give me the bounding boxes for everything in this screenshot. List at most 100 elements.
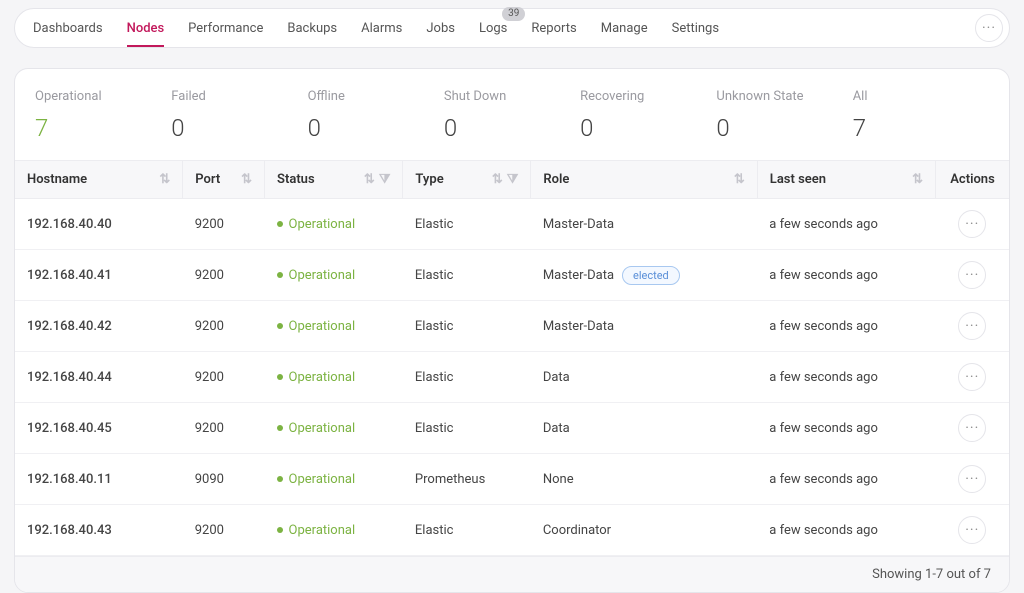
cell-lastseen: a few seconds ago	[757, 403, 935, 454]
sort-icon[interactable]: ⇅	[492, 172, 503, 187]
filter-icon[interactable]: ⧩	[507, 172, 519, 187]
nav-tab-label: Reports	[531, 21, 576, 36]
cell-hostname: 192.168.40.11	[15, 454, 183, 505]
cell-hostname: 192.168.40.40	[15, 199, 183, 250]
table-row: 192.168.40.439200OperationalElasticCoord…	[15, 505, 1009, 556]
col-header-label: Port	[195, 172, 220, 187]
cell-status: Operational	[265, 199, 403, 250]
cell-status: Operational	[265, 301, 403, 352]
col-header-port[interactable]: Port ⇅	[183, 161, 265, 199]
cell-actions: ···	[936, 505, 1009, 556]
row-actions-button[interactable]: ···	[958, 414, 986, 442]
col-header-label: Last seen	[770, 172, 826, 187]
stat-unknown-state[interactable]: Unknown State0	[716, 89, 852, 142]
row-actions-button[interactable]: ···	[958, 210, 986, 238]
col-header-hostname[interactable]: Hostname ⇅	[15, 161, 183, 199]
sort-icon[interactable]: ⇅	[912, 172, 923, 187]
nav-tab-settings[interactable]: Settings	[672, 9, 719, 47]
nav-tab-label: Nodes	[127, 21, 165, 36]
cell-role: Data	[531, 403, 757, 454]
nav-tab-label: Alarms	[361, 21, 402, 36]
nav-tab-manage[interactable]: Manage	[601, 9, 648, 47]
stat-label: Shut Down	[444, 89, 560, 104]
stat-recovering[interactable]: Recovering 0	[580, 89, 716, 142]
col-header-label: Hostname	[27, 172, 87, 187]
stat-offline[interactable]: Offline0	[308, 89, 444, 142]
nodes-panel: Operational7Failed0Offline0Shut Down0Rec…	[14, 68, 1010, 593]
cell-type: Prometheus	[403, 454, 531, 505]
row-actions-button[interactable]: ···	[958, 516, 986, 544]
status-dot-icon	[277, 374, 283, 380]
cell-port: 9200	[183, 403, 265, 454]
cell-role: Coordinator	[531, 505, 757, 556]
nav-tab-backups[interactable]: Backups	[287, 9, 337, 47]
sort-icon[interactable]: ⇅	[734, 172, 745, 187]
stat-all[interactable]: All7	[853, 89, 989, 142]
filter-icon[interactable]: ⧩	[379, 172, 391, 187]
cell-port: 9200	[183, 301, 265, 352]
col-header-role[interactable]: Role ⇅	[531, 161, 757, 199]
role-text: Master-Data	[543, 217, 614, 232]
status-text: Operational	[289, 472, 356, 487]
cell-role: Master-Data	[531, 199, 757, 250]
stat-label: Operational	[35, 89, 151, 104]
nav-tab-dashboards[interactable]: Dashboards	[33, 9, 103, 47]
nav-tab-label: Jobs	[426, 21, 455, 36]
nav-tab-alarms[interactable]: Alarms	[361, 9, 402, 47]
nav-tab-nodes[interactable]: Nodes	[127, 9, 165, 47]
col-header-label: Status	[277, 172, 315, 187]
nav-more-button[interactable]: ···	[975, 14, 1003, 42]
table-footer: Showing 1-7 out of 7	[15, 556, 1009, 592]
status-dot-icon	[277, 272, 283, 278]
cell-role: Master-Data	[531, 301, 757, 352]
role-text: Master-Data	[543, 268, 614, 283]
cell-status: Operational	[265, 505, 403, 556]
status-text: Operational	[289, 370, 356, 385]
cell-hostname: 192.168.40.42	[15, 301, 183, 352]
status-dot-icon	[277, 221, 283, 227]
table-row: 192.168.40.409200OperationalElasticMaste…	[15, 199, 1009, 250]
nav-tab-performance[interactable]: Performance	[188, 9, 263, 47]
stat-value: 7	[35, 114, 151, 142]
cell-actions: ···	[936, 250, 1009, 301]
col-header-label: Role	[543, 172, 569, 187]
nav-tab-label: Backups	[287, 21, 337, 36]
row-actions-button[interactable]: ···	[958, 465, 986, 493]
cell-hostname: 192.168.40.45	[15, 403, 183, 454]
sort-icon[interactable]: ⇅	[159, 172, 170, 187]
table-row: 192.168.40.449200OperationalElasticDataa…	[15, 352, 1009, 403]
nav-tab-logs[interactable]: Logs39	[479, 9, 507, 47]
stat-failed[interactable]: Failed0	[171, 89, 307, 142]
sort-icon[interactable]: ⇅	[364, 172, 375, 187]
row-actions-button[interactable]: ···	[958, 312, 986, 340]
nav-tab-reports[interactable]: Reports	[531, 9, 576, 47]
status-text: Operational	[289, 217, 356, 232]
status-summary: Operational7Failed0Offline0Shut Down0Rec…	[15, 69, 1009, 160]
cell-status: Operational	[265, 454, 403, 505]
cell-lastseen: a few seconds ago	[757, 301, 935, 352]
col-header-type[interactable]: Type ⇅ ⧩	[403, 161, 531, 199]
status-text: Operational	[289, 319, 356, 334]
cell-hostname: 192.168.40.43	[15, 505, 183, 556]
cell-type: Elastic	[403, 301, 531, 352]
nav-tab-label: Manage	[601, 21, 648, 36]
cell-lastseen: a few seconds ago	[757, 250, 935, 301]
cell-role: None	[531, 454, 757, 505]
cell-actions: ···	[936, 403, 1009, 454]
col-header-lastseen[interactable]: Last seen ⇅	[757, 161, 935, 199]
row-actions-button[interactable]: ···	[958, 363, 986, 391]
cell-port: 9090	[183, 454, 265, 505]
sort-icon[interactable]: ⇅	[241, 172, 252, 187]
status-text: Operational	[289, 268, 356, 283]
nav-tab-label: Dashboards	[33, 21, 103, 36]
status-dot-icon	[277, 323, 283, 329]
nav-tab-jobs[interactable]: Jobs	[426, 9, 455, 47]
stat-label: Recovering	[580, 89, 696, 104]
cell-actions: ···	[936, 454, 1009, 505]
cell-port: 9200	[183, 352, 265, 403]
row-actions-button[interactable]: ···	[958, 261, 986, 289]
col-header-status[interactable]: Status ⇅ ⧩	[265, 161, 403, 199]
stat-value: 0	[580, 114, 696, 142]
stat-operational[interactable]: Operational 7	[35, 89, 171, 142]
stat-shut-down[interactable]: Shut Down0	[444, 89, 580, 142]
